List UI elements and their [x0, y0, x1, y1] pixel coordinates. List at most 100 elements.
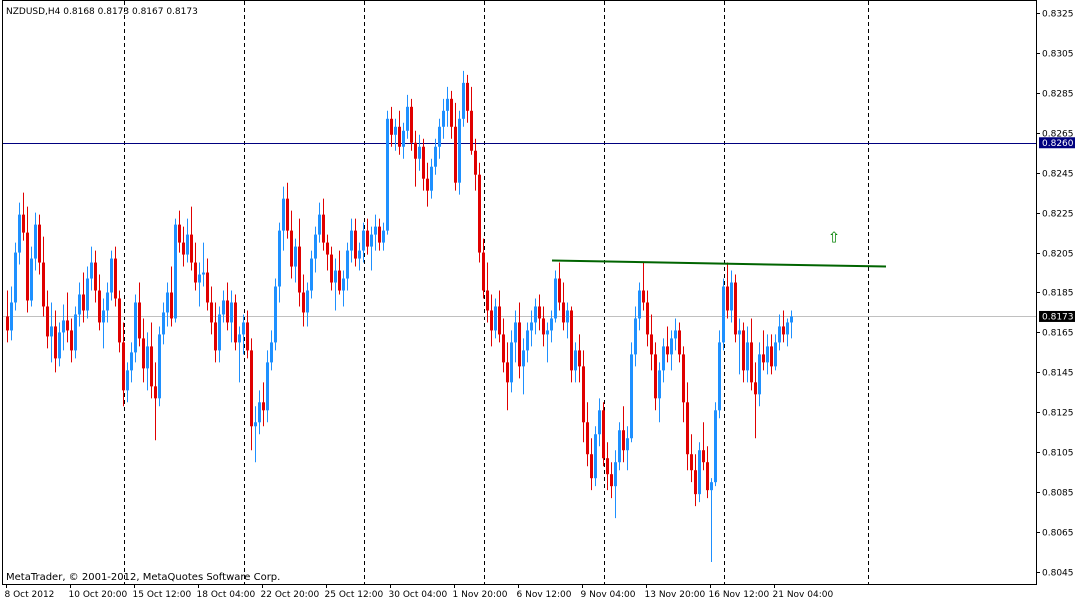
candle-body [62, 320, 65, 333]
bull-candle [270, 330, 273, 371]
bear-candle [150, 322, 153, 399]
bull-candle [774, 334, 777, 371]
x-tick-label: 8 Oct 2012 [5, 590, 55, 600]
candle-body [330, 254, 333, 283]
candle-body [82, 294, 85, 311]
candle-body [346, 250, 349, 279]
candle-body [182, 242, 185, 255]
x-tick-label: 13 Nov 20:00 [645, 590, 706, 600]
candle-body [58, 332, 61, 359]
candle-body [190, 234, 193, 263]
y-tick-label: 0.8305 [1042, 50, 1074, 60]
bear-candle [98, 274, 101, 331]
candle-body [766, 346, 769, 363]
candle-body [690, 454, 693, 471]
candle-body [334, 270, 337, 283]
candle-body [722, 286, 725, 343]
price-axis[interactable]: 0.83250.83050.82850.82650.82450.82250.82… [1036, 10, 1075, 579]
bear-candle [470, 86, 473, 155]
price-chart[interactable]: ⇧ 0.83250.83050.82850.82650.82450.82250.… [0, 0, 1075, 602]
candle-body [518, 322, 521, 367]
bull-candle [238, 326, 241, 383]
candle-body [578, 350, 581, 367]
bull-candle [198, 262, 201, 307]
bull-candle [346, 242, 349, 291]
bear-candle [170, 266, 173, 327]
candle-body [170, 292, 173, 319]
bull-candle [778, 314, 781, 351]
candle-body [194, 262, 197, 283]
candle-body [314, 234, 317, 259]
bull-candle [630, 342, 633, 443]
candle-body [694, 470, 697, 495]
candle-body [98, 290, 101, 323]
bull-candle [434, 138, 437, 175]
bear-candle [302, 274, 305, 327]
arrow-marker[interactable]: ⇧ [828, 229, 841, 247]
bear-candle [206, 258, 209, 311]
bull-candle [130, 342, 133, 383]
bull-candle [574, 342, 577, 383]
bear-candle [606, 442, 609, 491]
candle-body [750, 342, 753, 383]
bull-candle [494, 298, 497, 339]
candle-body [70, 330, 73, 351]
candle-body [398, 126, 401, 147]
current-price-tag: 0.8173 [1039, 310, 1075, 322]
bull-candle [90, 246, 93, 291]
bear-candle [646, 290, 649, 347]
candle-body [606, 458, 609, 475]
bull-candle [626, 426, 629, 471]
trendline-stroke [551, 259, 887, 268]
candle-body [674, 330, 677, 339]
bull-candle [334, 258, 337, 311]
candle-body [338, 270, 341, 291]
bear-candle [390, 106, 393, 147]
candle-body [754, 382, 757, 395]
bull-candle [442, 98, 445, 139]
y-tick-label: 0.8065 [1042, 529, 1074, 539]
bear-candle [770, 334, 773, 375]
candle-body [326, 242, 329, 255]
candle-body [630, 354, 633, 439]
y-tick-label: 0.8125 [1042, 409, 1074, 419]
bull-candle [710, 478, 713, 563]
candle-body [734, 282, 737, 335]
bear-candle [702, 422, 705, 471]
bull-candle [158, 326, 161, 407]
candle-body [686, 402, 689, 455]
candle-body [682, 354, 685, 403]
bull-candle [314, 226, 317, 273]
candle-body [778, 326, 781, 343]
candle-body [206, 272, 209, 303]
candle-body [374, 226, 377, 235]
candle-body [678, 330, 681, 355]
candle-body [254, 422, 257, 427]
candle-body [642, 290, 645, 303]
candle-body [310, 258, 313, 291]
candle-body [494, 306, 497, 331]
bull-candle [186, 218, 189, 263]
bull-candle [526, 322, 529, 363]
candle-body [434, 146, 437, 167]
candle-body [158, 334, 161, 399]
bull-candle [658, 362, 661, 423]
bear-candle [290, 210, 293, 279]
candle-body [134, 302, 137, 353]
candle-body [154, 386, 157, 399]
bear-candle [426, 162, 429, 207]
bear-candle [762, 330, 765, 371]
bear-candle [690, 434, 693, 483]
candle-body [278, 230, 281, 287]
bull-candle [146, 332, 149, 391]
candle-body [742, 330, 745, 371]
bear-candle [706, 446, 709, 499]
time-axis[interactable]: 8 Oct 2012 10 Oct 20:00 15 Oct 12:00 18 Oct… [5, 584, 834, 600]
bull-candle [766, 334, 769, 375]
bull-candle [34, 212, 37, 271]
bear-candle [226, 282, 229, 331]
candle-body [306, 290, 309, 313]
y-tick-label: 0.8285 [1042, 90, 1074, 100]
candle-body [554, 278, 557, 319]
trendline[interactable] [551, 259, 887, 268]
